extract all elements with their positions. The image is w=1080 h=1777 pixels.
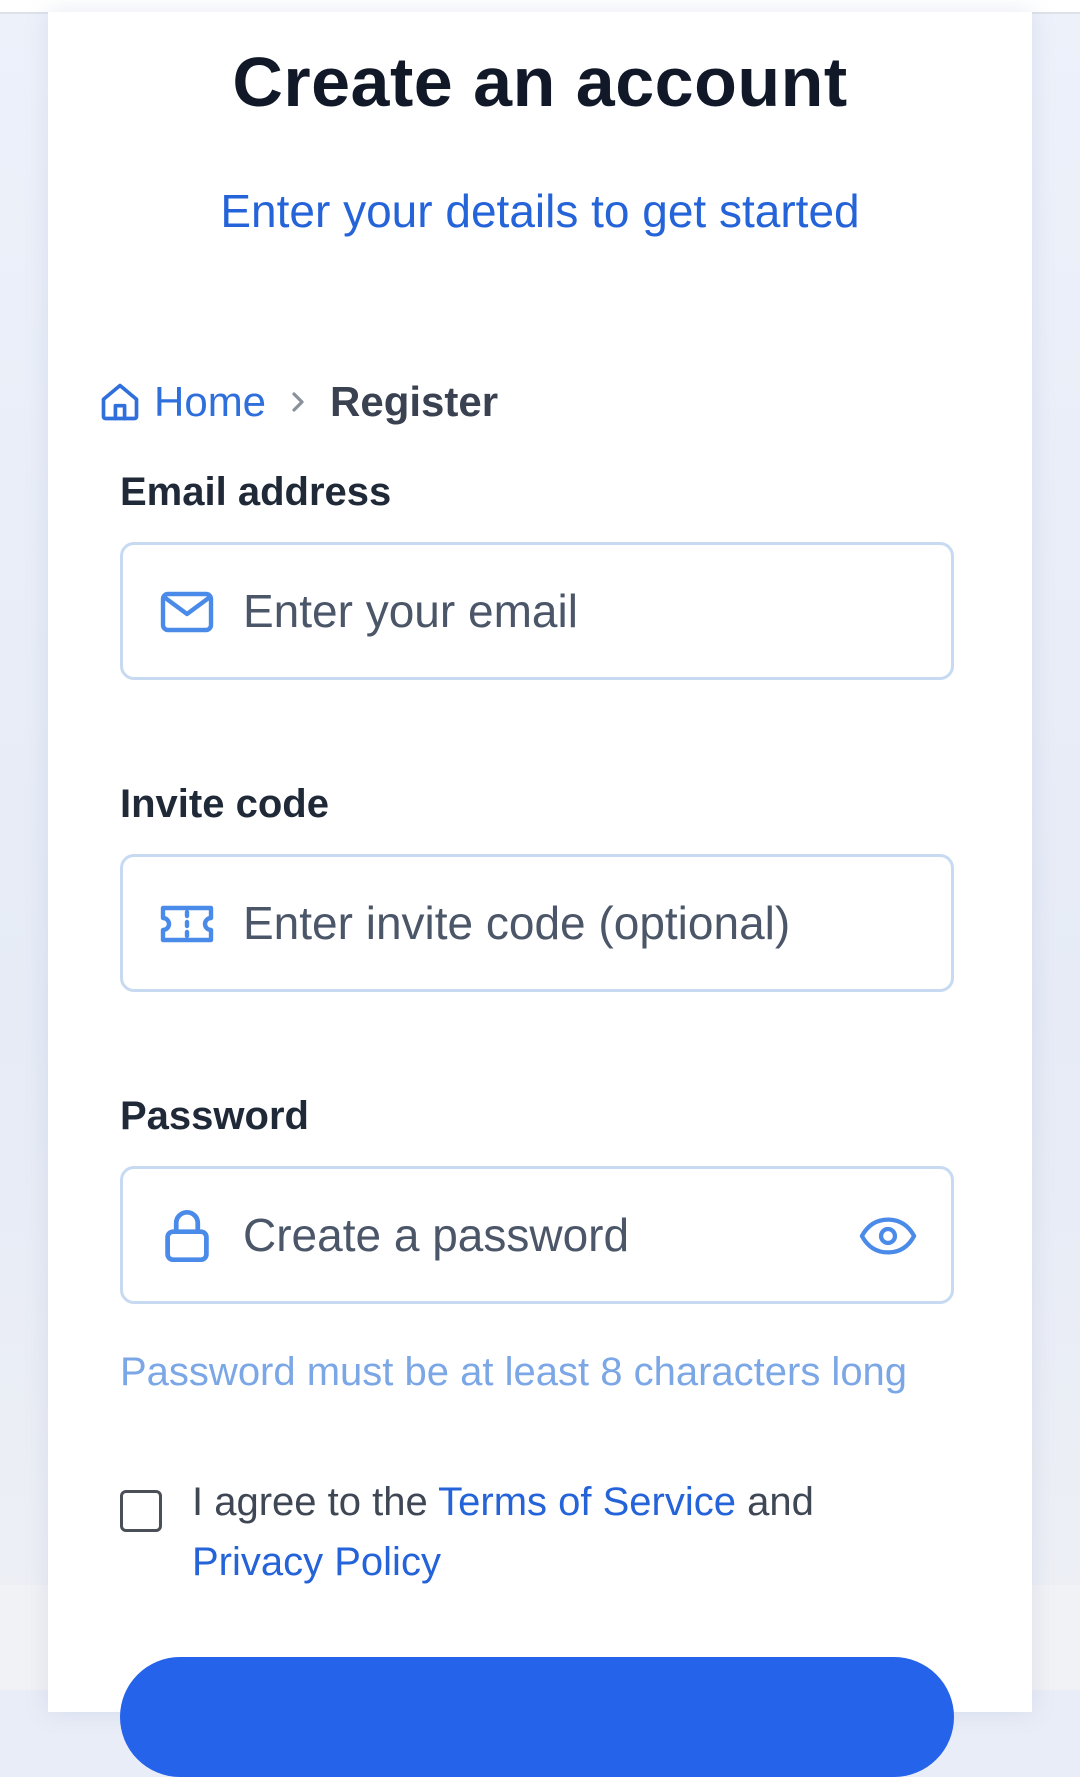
password-hint: Password must be at least 8 characters l… (120, 1350, 908, 1394)
agree-checkbox[interactable] (120, 1490, 162, 1532)
page-subtitle: Enter your details to get started (220, 185, 860, 237)
password-field-box (120, 1166, 954, 1304)
invite-code-field-box (120, 854, 954, 992)
page-title: Create an account (232, 43, 848, 121)
register-card: Create an account Enter your details to … (48, 12, 1032, 1777)
email-input[interactable] (243, 545, 883, 677)
breadcrumb-current: Register (330, 378, 499, 425)
lock-icon (159, 1210, 215, 1263)
password-input[interactable] (243, 1169, 883, 1301)
terms-of-service-link[interactable]: Terms of Service (438, 1480, 736, 1524)
breadcrumb: Home Register (98, 372, 498, 432)
invite-code-input[interactable] (243, 857, 883, 989)
home-icon[interactable] (98, 380, 142, 424)
email-label: Email address (120, 470, 392, 514)
agree-text: I agree to the Terms of Service and Priva… (192, 1472, 952, 1592)
email-field-box (120, 542, 954, 680)
ticket-icon (159, 899, 215, 949)
invite-code-label: Invite code (120, 782, 329, 826)
agree-middle: and (735, 1480, 814, 1524)
breadcrumb-home-link[interactable]: Home (154, 378, 266, 426)
agree-prefix: I agree to the (192, 1480, 439, 1524)
privacy-policy-link[interactable]: Privacy Policy (192, 1540, 441, 1584)
eye-icon[interactable] (859, 1213, 917, 1259)
mail-icon (159, 587, 215, 637)
create-account-button[interactable] (120, 1657, 954, 1777)
chevron-right-icon (288, 388, 308, 416)
password-label: Password (120, 1094, 309, 1138)
